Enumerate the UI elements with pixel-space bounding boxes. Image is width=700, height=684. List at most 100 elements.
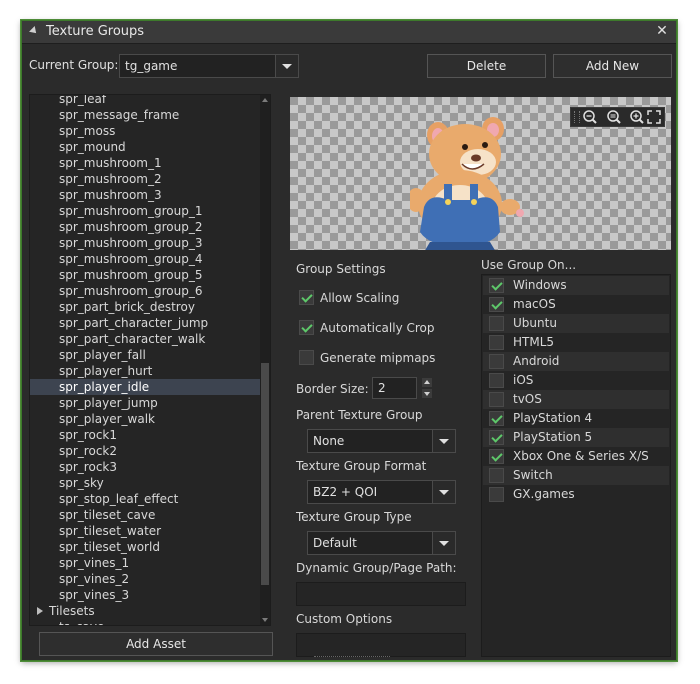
platform-checkbox[interactable] [489,373,504,388]
type-dropdown[interactable]: Default [307,531,456,555]
asset-list-item[interactable]: spr_vines_2 [30,571,260,587]
asset-list-item[interactable]: spr_rock3 [30,459,260,475]
scroll-thumb[interactable] [261,363,269,585]
asset-list-item[interactable]: spr_vines_3 [30,587,260,603]
platform-checkbox[interactable] [489,411,504,426]
current-group-dropdown[interactable]: tg_game [119,54,299,78]
add-asset-button[interactable]: Add Asset [39,632,273,656]
asset-list-item[interactable]: ts_cave [30,619,260,625]
asset-list-item[interactable]: spr_mushroom_2 [30,171,260,187]
auto-crop-checkbox[interactable] [299,320,314,335]
platform-checkbox[interactable] [489,316,504,331]
platform-label: Ubuntu [513,316,557,330]
asset-list-item[interactable]: spr_vines_1 [30,555,260,571]
asset-list-item[interactable]: spr_mushroom_3 [30,187,260,203]
asset-list-item[interactable]: spr_moss [30,123,260,139]
zoom-reset-icon[interactable] [605,109,623,125]
zoom-out-icon[interactable] [581,109,599,125]
platform-checkbox[interactable] [489,392,504,407]
asset-list-item[interactable]: spr_rock1 [30,427,260,443]
platform-label: PlayStation 4 [513,411,593,425]
platform-row[interactable]: Windows [483,276,669,295]
asset-list-item[interactable]: spr_mound [30,139,260,155]
platform-checkbox[interactable] [489,335,504,350]
format-dropdown[interactable]: BZ2 + QOI [307,480,456,504]
platform-checkbox[interactable] [489,354,504,369]
platform-row[interactable]: GX.games [483,485,669,504]
format-value: BZ2 + QOI [313,485,378,499]
asset-list-item[interactable]: spr_part_character_jump [30,315,260,331]
border-size-value: 2 [378,381,386,395]
platform-row[interactable]: macOS [483,295,669,314]
asset-list-item[interactable]: spr_tileset_world [30,539,260,555]
add-new-button[interactable]: Add New [553,54,672,78]
platform-row[interactable]: tvOS [483,390,669,409]
collapse-triangle-icon[interactable] [29,26,39,36]
asset-list-item[interactable]: spr_player_walk [30,411,260,427]
resize-grip[interactable] [314,656,390,660]
asset-list-item[interactable]: spr_mushroom_group_1 [30,203,260,219]
dynamic-path-input[interactable] [296,582,466,606]
toolbar-grip[interactable] [574,111,580,123]
current-group-value: tg_game [125,59,178,73]
stepper-down-icon[interactable] [422,389,432,398]
asset-list-item[interactable]: spr_part_brick_destroy [30,299,260,315]
platform-row[interactable]: iOS [483,371,669,390]
asset-list-item[interactable]: spr_mushroom_group_5 [30,267,260,283]
platform-row[interactable]: PlayStation 4 [483,409,669,428]
auto-crop-label: Automatically Crop [320,321,435,335]
asset-list-item[interactable]: spr_leaf [30,95,260,107]
platform-row[interactable]: HTML5 [483,333,669,352]
asset-list-scrollbar[interactable] [260,95,270,625]
parent-group-value: None [313,434,345,448]
platform-row[interactable]: Switch [483,466,669,485]
platform-checkbox[interactable] [489,468,504,483]
scroll-down-icon[interactable] [262,618,268,622]
asset-list-item[interactable]: spr_mushroom_1 [30,155,260,171]
asset-list-item[interactable]: spr_mushroom_group_4 [30,251,260,267]
platform-row[interactable]: Android [483,352,669,371]
use-group-on-title: Use Group On... [481,258,577,272]
scroll-up-icon[interactable] [262,98,268,102]
zoom-in-icon[interactable] [628,109,646,125]
platform-checkbox[interactable] [489,487,504,502]
asset-list-item[interactable]: spr_rock2 [30,443,260,459]
platform-checkbox[interactable] [489,278,504,293]
close-icon[interactable]: ✕ [654,23,670,39]
asset-list-item[interactable]: spr_sky [30,475,260,491]
custom-options-label: Custom Options [296,612,393,626]
stepper-up-icon[interactable] [422,378,432,387]
asset-list-item[interactable]: spr_mushroom_group_2 [30,219,260,235]
asset-list-item[interactable]: spr_tileset_cave [30,507,260,523]
asset-list-item[interactable]: spr_mushroom_group_3 [30,235,260,251]
asset-list-item[interactable]: spr_player_idle [30,379,260,395]
asset-list-item[interactable]: spr_player_jump [30,395,260,411]
folder-label: Tilesets [49,604,95,618]
asset-list-item[interactable]: spr_mushroom_group_6 [30,283,260,299]
asset-list-item[interactable]: spr_player_fall [30,347,260,363]
delete-button[interactable]: Delete [427,54,546,78]
asset-list-item[interactable]: spr_tileset_water [30,523,260,539]
border-size-stepper[interactable] [422,377,432,399]
custom-options-input[interactable] [296,633,466,657]
parent-group-dropdown[interactable]: None [307,429,456,453]
border-size-input[interactable]: 2 [372,377,417,399]
platform-row[interactable]: PlayStation 5 [483,428,669,447]
platform-checkbox[interactable] [489,449,504,464]
platform-checkbox[interactable] [489,430,504,445]
asset-list-item[interactable]: spr_part_character_walk [30,331,260,347]
tree-folder-tilesets[interactable]: Tilesets [30,603,260,619]
generate-mipmaps-label: Generate mipmaps [320,351,436,365]
asset-list-item[interactable]: spr_stop_leaf_effect [30,491,260,507]
platform-checkbox[interactable] [489,297,504,312]
generate-mipmaps-checkbox[interactable] [299,350,314,365]
platform-label: PlayStation 5 [513,430,593,444]
platform-row[interactable]: Xbox One & Series X/S [483,447,669,466]
asset-list-item[interactable]: spr_message_frame [30,107,260,123]
chevron-down-icon [432,481,455,503]
allow-scaling-checkbox[interactable] [299,290,314,305]
fullscreen-icon[interactable] [646,109,662,125]
platform-row[interactable]: Ubuntu [483,314,669,333]
expand-triangle-icon[interactable] [37,607,43,615]
asset-list-item[interactable]: spr_player_hurt [30,363,260,379]
